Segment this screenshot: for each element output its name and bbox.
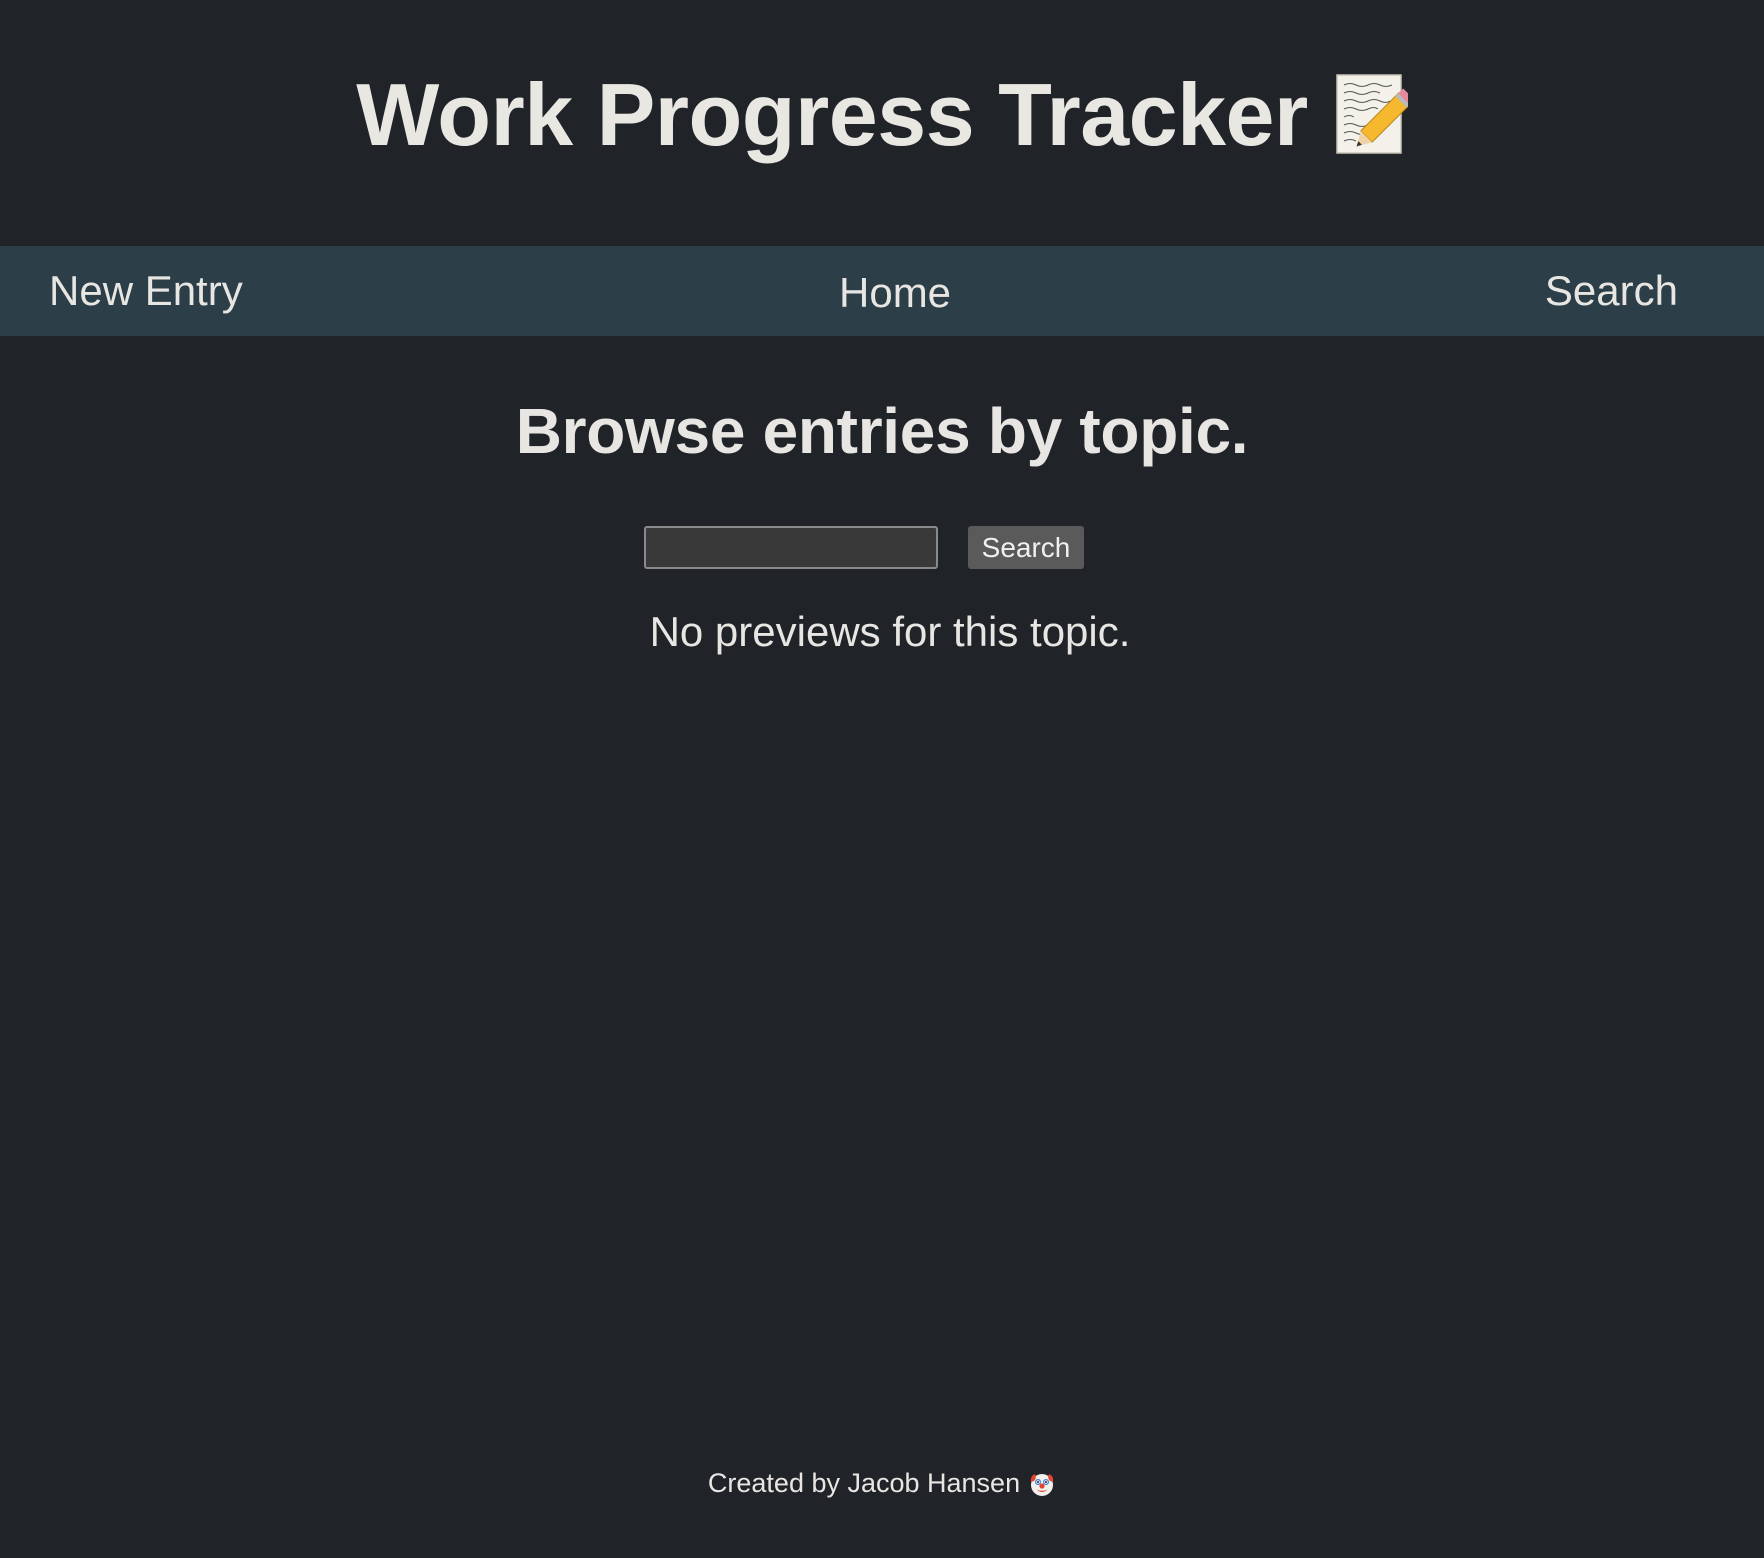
topic-search-form: Search bbox=[644, 526, 1084, 569]
site-title: Work Progress Tracker bbox=[356, 64, 1415, 166]
footer: Created by Jacob Hansen bbox=[0, 1468, 1764, 1499]
site-title-text: Work Progress Tracker bbox=[356, 65, 1308, 164]
empty-state-message: No previews for this topic. bbox=[649, 608, 1131, 655]
page-title: Browse entries by topic. bbox=[515, 395, 1249, 467]
nav-link-search[interactable]: Search bbox=[1545, 267, 1678, 315]
nav-link-new-entry[interactable]: New Entry bbox=[49, 267, 243, 315]
memo-icon bbox=[1334, 73, 1415, 157]
nav-link-home[interactable]: Home bbox=[839, 269, 951, 317]
navbar: New Entry Home Search bbox=[0, 246, 1764, 336]
clown-face-icon bbox=[1028, 1470, 1056, 1498]
search-button[interactable]: Search bbox=[968, 526, 1084, 569]
footer-credit: Created by Jacob Hansen bbox=[707, 1468, 1021, 1498]
site-header: Work Progress Tracker bbox=[0, 0, 1764, 246]
topic-search-input[interactable] bbox=[644, 526, 938, 569]
